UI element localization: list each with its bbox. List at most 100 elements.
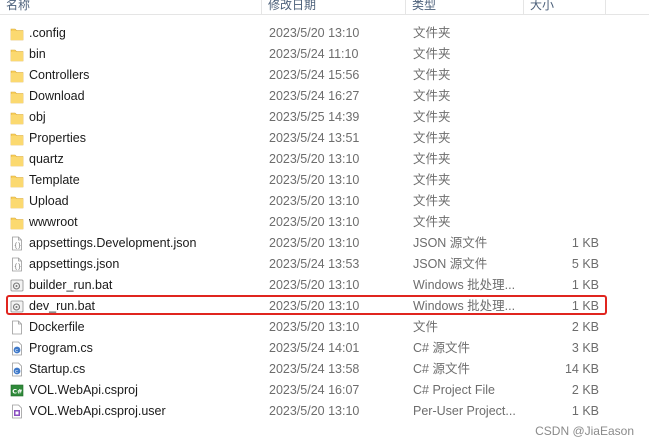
file-row[interactable]: Controllers 2023/5/24 15:56 文件夹 (0, 65, 649, 86)
folder-icon (10, 89, 24, 104)
file-type: 文件夹 (413, 47, 451, 61)
file-date: 2023/5/20 13:10 (269, 278, 360, 292)
svg-text:c: c (15, 348, 18, 354)
file-size: 14 KB (564, 362, 599, 376)
file-row[interactable]: Template 2023/5/20 13:10 文件夹 (0, 170, 649, 191)
file-type: 文件夹 (413, 68, 451, 82)
file-name: .config (29, 26, 66, 40)
file-row[interactable]: obj 2023/5/25 14:39 文件夹 (0, 107, 649, 128)
csproj-user-file-icon (10, 404, 24, 419)
file-size: 2 KB (571, 383, 599, 397)
file-size: 1 KB (571, 278, 599, 292)
file-date: 2023/5/24 16:27 (269, 89, 360, 103)
file-name: Program.cs (29, 341, 93, 355)
file-size: 1 KB (571, 236, 599, 250)
csproj-file-icon: C# (10, 383, 24, 398)
file-name: Download (29, 89, 85, 103)
file-name: Template (29, 173, 80, 187)
file-row[interactable]: Properties 2023/5/24 13:51 文件夹 (0, 128, 649, 149)
folder-icon (10, 215, 24, 230)
file-date: 2023/5/24 14:01 (269, 341, 360, 355)
file-date: 2023/5/24 13:53 (269, 257, 360, 271)
folder-icon (10, 68, 24, 83)
column-header-type[interactable]: 类型 (406, 0, 524, 14)
file-type: JSON 源文件 (413, 257, 488, 271)
blank-file-icon (10, 320, 24, 335)
file-name: VOL.WebApi.csproj (29, 383, 138, 397)
file-row[interactable]: wwwroot 2023/5/20 13:10 文件夹 (0, 212, 649, 233)
file-size: 3 KB (571, 341, 599, 355)
file-row[interactable]: builder_run.bat 2023/5/20 13:10 Windows 批处… (0, 275, 649, 296)
file-name: appsettings.json (29, 257, 120, 271)
file-type: C# 源文件 (413, 362, 470, 376)
file-row[interactable]: bin 2023/5/24 11:10 文件夹 (0, 44, 649, 65)
svg-text:{}: {} (14, 243, 21, 250)
file-name: wwwroot (29, 215, 78, 229)
file-name: builder_run.bat (29, 278, 113, 292)
file-row[interactable]: c Program.cs 2023/5/24 14:01 C# 源文件 3 KB (0, 338, 649, 359)
file-type: 文件夹 (413, 152, 451, 166)
file-name: obj (29, 110, 46, 124)
file-type: 文件夹 (413, 215, 451, 229)
folder-icon (10, 194, 24, 209)
file-date: 2023/5/20 13:10 (269, 404, 360, 418)
file-name: Properties (29, 131, 86, 145)
file-date: 2023/5/20 13:10 (269, 152, 360, 166)
folder-icon (10, 131, 24, 146)
file-name: bin (29, 47, 46, 61)
column-header-date[interactable]: 修改日期 (262, 0, 406, 14)
file-type: Windows 批处理... (413, 278, 516, 292)
csharp-file-icon: c (10, 341, 24, 356)
file-name: appsettings.Development.json (29, 236, 197, 250)
file-type: 文件夹 (413, 194, 451, 208)
column-header-name[interactable]: 名称 (0, 0, 262, 14)
svg-text:C#: C# (12, 388, 22, 396)
file-row[interactable]: C# VOL.WebApi.csproj 2023/5/24 16:07 C# Pro… (0, 380, 649, 401)
file-row[interactable]: Upload 2023/5/20 13:10 文件夹 (0, 191, 649, 212)
file-size: 1 KB (571, 404, 599, 418)
watermark: CSDN @JiaEason (535, 424, 634, 438)
batch-file-icon (10, 278, 24, 293)
file-size: 5 KB (571, 257, 599, 271)
highlight-box (6, 295, 607, 315)
file-row[interactable]: VOL.WebApi.csproj.user 2023/5/20 13:10 Per… (0, 401, 649, 422)
folder-icon (10, 152, 24, 167)
csharp-file-icon: c (10, 362, 24, 377)
file-row[interactable]: quartz 2023/5/20 13:10 文件夹 (0, 149, 649, 170)
file-name: Upload (29, 194, 69, 208)
file-date: 2023/5/24 15:56 (269, 68, 360, 82)
file-date: 2023/5/25 14:39 (269, 110, 360, 124)
folder-icon (10, 26, 24, 41)
file-date: 2023/5/24 13:58 (269, 362, 360, 376)
file-type: JSON 源文件 (413, 236, 488, 250)
file-type: 文件夹 (413, 26, 451, 40)
file-date: 2023/5/20 13:10 (269, 26, 360, 40)
file-row[interactable]: {} appsettings.json 2023/5/24 13:53 JSON 源文… (0, 254, 649, 275)
file-row[interactable]: .config 2023/5/20 13:10 文件夹 (0, 23, 649, 44)
column-header: 名称 修改日期 类型 大小 (0, 0, 649, 15)
file-type: 文件夹 (413, 89, 451, 103)
file-size: 2 KB (571, 320, 599, 334)
file-row[interactable]: Dockerfile 2023/5/20 13:10 文件 2 KB (0, 317, 649, 338)
file-type: C# 源文件 (413, 341, 470, 355)
file-name: Startup.cs (29, 362, 86, 376)
file-date: 2023/5/24 13:51 (269, 131, 360, 145)
file-type: 文件 (413, 320, 439, 334)
file-date: 2023/5/20 13:10 (269, 215, 360, 229)
folder-icon (10, 173, 24, 188)
file-list: .config 2023/5/20 13:10 文件夹 bin 2023/5/24 11… (0, 23, 649, 422)
file-row[interactable]: c Startup.cs 2023/5/24 13:58 C# 源文件 14 KB (0, 359, 649, 380)
file-row[interactable]: {} appsettings.Development.json 2023/5/20 … (0, 233, 649, 254)
file-date: 2023/5/20 13:10 (269, 236, 360, 250)
svg-text:{}: {} (14, 264, 21, 271)
column-header-size[interactable]: 大小 (524, 0, 606, 14)
file-name: VOL.WebApi.csproj.user (29, 404, 166, 418)
file-row[interactable]: Download 2023/5/24 16:27 文件夹 (0, 86, 649, 107)
file-date: 2023/5/20 13:10 (269, 173, 360, 187)
file-date: 2023/5/20 13:10 (269, 194, 360, 208)
svg-text:c: c (15, 369, 18, 375)
file-date: 2023/5/24 16:07 (269, 383, 360, 397)
file-type: 文件夹 (413, 173, 451, 187)
file-type: C# Project File (413, 383, 495, 397)
file-name: Dockerfile (29, 320, 85, 334)
